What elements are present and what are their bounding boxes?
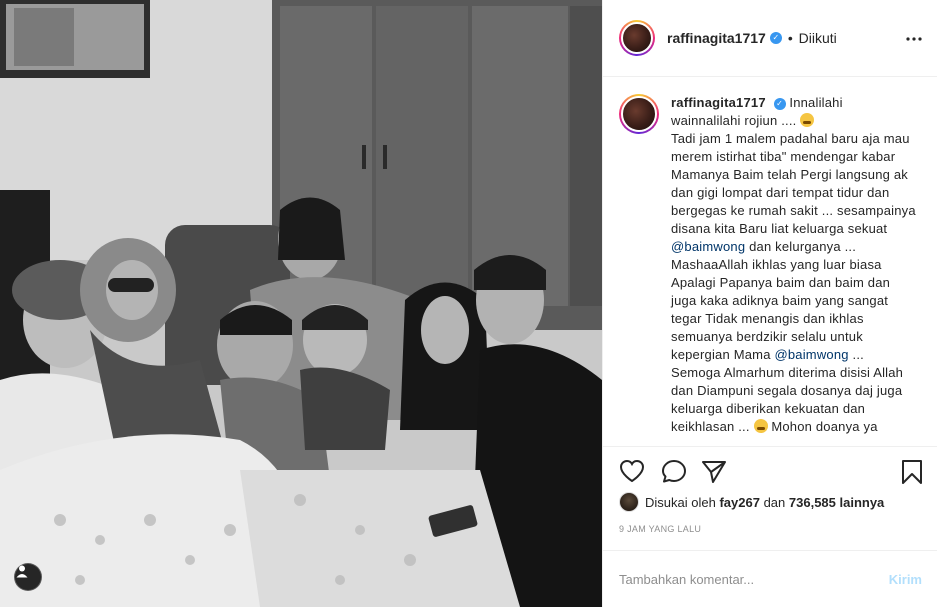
comment-icon [662, 460, 686, 483]
action-bar [603, 446, 937, 496]
post-sidebar: raffinagita1717 ✓ • Diikuti raffinagita1… [602, 0, 937, 607]
post-comment-button[interactable]: Kirim [889, 572, 922, 587]
user-tag-button[interactable] [14, 563, 42, 591]
follow-status[interactable]: • Diikuti [786, 30, 837, 46]
likes-middle: dan [763, 494, 786, 510]
caption-text: Tadi jam 1 malem padahal baru aja mau me… [671, 131, 916, 236]
heart-icon [619, 459, 645, 483]
follow-separator: • [787, 30, 793, 46]
caption-text: Mohon doanya ya [771, 419, 878, 434]
bookmark-icon [902, 460, 922, 484]
crying-emoji-icon [753, 419, 768, 433]
likes-count[interactable]: 736,585 lainnya [789, 495, 884, 510]
like-button[interactable] [619, 459, 645, 488]
crying-emoji-icon [800, 113, 815, 127]
comments-section[interactable]: raffinagita1717 ✓ Innalilahi wainnalilah… [603, 78, 937, 446]
post-header: raffinagita1717 ✓ • Diikuti [603, 0, 937, 77]
verified-badge-icon: ✓ [769, 32, 782, 44]
likes-prefix: Disukai oleh [645, 494, 716, 510]
likes-summary: Disukai oleh fay267 dan 736,585 lainnya [619, 492, 884, 512]
comment-input[interactable] [619, 571, 889, 587]
post-caption: raffinagita1717 ✓ Innalilahi wainnalilah… [671, 94, 916, 446]
save-button[interactable] [900, 459, 924, 490]
verified-badge-icon: ✓ [773, 98, 786, 110]
mention-link[interactable]: @baimwong [671, 239, 745, 254]
user-tag-icon [16, 565, 28, 578]
caption-avatar[interactable] [619, 94, 659, 134]
caption-text: dan kelurganya ... MashaaAllah ikhlas ya… [671, 239, 891, 362]
instagram-post: raffinagita1717 ✓ • Diikuti raffinagita1… [0, 0, 937, 607]
comment-button[interactable] [661, 459, 687, 488]
mention-link[interactable]: @baimwong [774, 347, 848, 362]
post-photo[interactable] [0, 0, 602, 607]
liker-username[interactable]: fay267 [719, 495, 759, 510]
share-icon [702, 461, 726, 483]
comment-box: Kirim [603, 550, 937, 607]
more-horizontal-icon [906, 37, 922, 41]
caption-username[interactable]: raffinagita1717 [671, 95, 766, 110]
post-timestamp[interactable]: 9 JAM YANG LALU [619, 524, 701, 534]
liker-avatar[interactable] [619, 492, 639, 512]
header-username[interactable]: raffinagita1717 [667, 30, 766, 46]
share-button[interactable] [701, 459, 727, 488]
more-options-button[interactable] [906, 28, 922, 46]
avatar[interactable] [619, 20, 655, 56]
photo-illustration [0, 0, 602, 607]
follow-label: Diikuti [798, 30, 837, 46]
